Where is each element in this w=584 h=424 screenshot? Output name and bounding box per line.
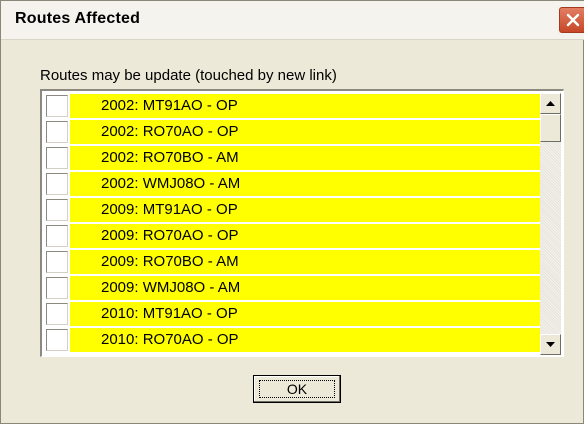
route-checkbox[interactable] bbox=[46, 173, 68, 195]
list-item[interactable]: 2009: RO70BO - AM bbox=[44, 249, 540, 275]
route-label: 2002: RO70BO - AM bbox=[70, 146, 540, 170]
route-label: 2002: RO70AO - OP bbox=[70, 120, 540, 144]
route-checkbox[interactable] bbox=[46, 121, 68, 143]
title-bar[interactable]: Routes Affected bbox=[1, 1, 584, 40]
scroll-thumb[interactable] bbox=[540, 114, 561, 142]
route-checkbox[interactable] bbox=[46, 199, 68, 221]
list-item[interactable]: 2010: MT91AO - OP bbox=[44, 301, 540, 327]
routes-affected-dialog: Routes Affected Routes may be update (to… bbox=[0, 0, 584, 424]
list-item[interactable]: 2002: MT91AO - OP bbox=[44, 93, 540, 119]
close-icon bbox=[566, 13, 580, 27]
route-checkbox[interactable] bbox=[46, 303, 68, 325]
routes-list[interactable]: 2002: MT91AO - OP 2002: RO70AO - OP 2002… bbox=[44, 93, 540, 355]
route-label: 2009: RO70AO - OP bbox=[70, 224, 540, 248]
route-label: 2009: MT91AO - OP bbox=[70, 198, 540, 222]
route-checkbox[interactable] bbox=[46, 225, 68, 247]
ok-button-label: OK bbox=[286, 381, 308, 397]
route-label: 2009: RO70BO - AM bbox=[70, 250, 540, 274]
list-item[interactable]: 2010: RO70AO - OP bbox=[44, 327, 540, 353]
route-label: 2002: MT91AO - OP bbox=[70, 94, 540, 118]
vertical-scrollbar[interactable] bbox=[540, 93, 561, 355]
route-checkbox[interactable] bbox=[46, 329, 68, 351]
arrow-down-icon bbox=[546, 342, 555, 347]
scroll-up-button[interactable] bbox=[540, 93, 561, 114]
route-label: 2002: WMJ08O - AM bbox=[70, 172, 540, 196]
route-checkbox[interactable] bbox=[46, 147, 68, 169]
close-button[interactable] bbox=[559, 7, 584, 33]
route-checkbox[interactable] bbox=[46, 277, 68, 299]
list-item[interactable]: 2009: WMJ08O - AM bbox=[44, 275, 540, 301]
routes-list-box: 2002: MT91AO - OP 2002: RO70AO - OP 2002… bbox=[40, 89, 564, 357]
scroll-down-button[interactable] bbox=[540, 334, 561, 355]
dialog-title: Routes Affected bbox=[15, 10, 141, 27]
route-label: 2009: WMJ08O - AM bbox=[70, 276, 540, 300]
list-item[interactable]: 2002: RO70BO - AM bbox=[44, 145, 540, 171]
list-item[interactable]: 2002: WMJ08O - AM bbox=[44, 171, 540, 197]
list-caption: Routes may be update (touched by new lin… bbox=[40, 67, 337, 84]
list-item[interactable]: 2002: RO70AO - OP bbox=[44, 119, 540, 145]
list-item[interactable]: 2009: MT91AO - OP bbox=[44, 197, 540, 223]
route-label: 2010: MT91AO - OP bbox=[70, 302, 540, 326]
arrow-up-icon bbox=[546, 101, 555, 106]
route-checkbox[interactable] bbox=[46, 251, 68, 273]
route-checkbox[interactable] bbox=[46, 95, 68, 117]
route-label: 2010: RO70AO - OP bbox=[70, 328, 540, 352]
ok-button[interactable]: OK bbox=[253, 375, 341, 403]
list-item[interactable]: 2009: RO70AO - OP bbox=[44, 223, 540, 249]
